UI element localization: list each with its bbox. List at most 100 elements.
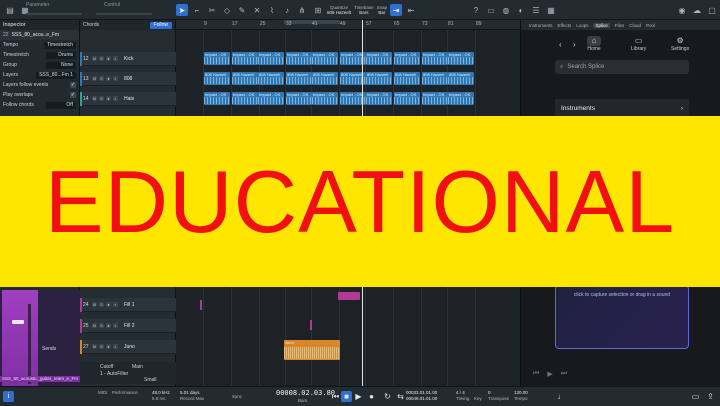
tempo-readout[interactable]: 120.00 Tempo <box>514 390 528 402</box>
layers-select[interactable]: SSS_80...Fm 1 <box>36 71 76 79</box>
audio-clip[interactable]: Impact - OS <box>232 92 258 105</box>
audio-clip[interactable]: Impact - OS <box>422 52 448 65</box>
record-button[interactable]: ● <box>106 56 111 61</box>
audio-clip[interactable]: Impact - OS <box>394 92 420 105</box>
solo-button[interactable]: S <box>99 344 104 349</box>
quantize-icon[interactable]: ⊞ <box>312 4 324 16</box>
sends-label[interactable]: Sends <box>42 346 56 352</box>
window-icon[interactable]: ▢ <box>706 4 718 16</box>
tab-files[interactable]: Files <box>615 23 625 28</box>
audio-clip[interactable]: Impact - OS <box>422 92 448 105</box>
play-button[interactable]: ▶ <box>353 391 364 402</box>
back-arrow-icon[interactable]: ‹ <box>559 40 562 49</box>
help-icon[interactable]: ? <box>470 4 482 16</box>
autoscroll-icon[interactable]: ⇤ <box>405 4 417 16</box>
record-button[interactable]: ● <box>106 96 111 101</box>
audio-clip[interactable]: Impact - OS <box>232 52 258 65</box>
fill-clip[interactable] <box>338 292 360 300</box>
audio-clip[interactable]: Impact - OS <box>286 52 312 65</box>
loop-range-readout[interactable]: 00033.01.01.00 00049.01.01.00 <box>406 390 437 402</box>
mute-button[interactable]: M <box>92 56 97 61</box>
autofilter-label[interactable]: 1 - AutoFilter <box>100 371 128 377</box>
export-icon[interactable]: ⇪ <box>705 391 716 402</box>
main-output-label[interactable]: Main <box>132 364 143 370</box>
tempo-select[interactable]: Timestretch <box>44 41 76 49</box>
audio-clip[interactable]: Impact - OS <box>258 52 284 65</box>
song-page-icon[interactable]: ◍ <box>500 4 512 16</box>
forward-arrow-icon[interactable]: › <box>573 40 576 49</box>
audio-clip[interactable]: Impact - OS <box>366 52 392 65</box>
scratchpad-icon[interactable]: ▭ <box>485 4 497 16</box>
parameter-slider[interactable] <box>26 13 82 15</box>
audio-clip[interactable]: Impact - OS <box>448 52 474 65</box>
splice-search-input[interactable]: ⌕ Search Splice <box>555 60 689 74</box>
performance-indicator[interactable]: Performance <box>112 390 138 396</box>
timebase-field[interactable]: Timebase Bars <box>354 5 374 15</box>
audio-clip[interactable]: Impact - OS <box>204 52 230 65</box>
cutoff-label[interactable]: Cutoff <box>100 364 113 370</box>
cloud-icon[interactable]: ☁ <box>691 4 703 16</box>
monitor-button[interactable]: ◐ <box>113 56 118 61</box>
solo-button[interactable]: S <box>99 302 104 307</box>
mute-button[interactable]: M <box>92 96 97 101</box>
audio-clip[interactable]: 808 Hazeelt <box>258 72 284 85</box>
tab-loops[interactable]: Loops <box>576 23 588 28</box>
snap-toggle-icon[interactable]: ⇥ <box>390 4 403 16</box>
info-icon[interactable]: i <box>3 391 14 402</box>
key-label[interactable]: Key <box>474 396 482 402</box>
nav-settings[interactable]: ⚙ Settings <box>671 36 689 52</box>
snap-field[interactable]: Snap Bar <box>377 5 388 15</box>
audio-clip[interactable]: 808 Hazeelt <box>422 72 448 85</box>
instruments-row[interactable]: Instruments › <box>555 99 689 117</box>
punch-button[interactable]: ⇆ <box>395 391 406 402</box>
audio-clip[interactable]: 808 Hazeelt <box>286 72 312 85</box>
metronome-icon[interactable]: ♩ <box>556 391 567 402</box>
arrow-tool-icon[interactable]: ➤ <box>176 4 188 16</box>
account-icon[interactable]: ◉ <box>676 4 688 16</box>
bend-tool-icon[interactable]: ⌇ <box>266 4 278 16</box>
forward-icon[interactable]: ⏭ <box>561 370 567 378</box>
view-grid-icon[interactable]: ▦ <box>545 4 557 16</box>
monitor-button[interactable]: ◐ <box>113 323 118 328</box>
listen-tool-icon[interactable]: ♪ <box>281 4 293 16</box>
monitor-button[interactable]: ◐ <box>113 96 118 101</box>
record-button[interactable]: ● <box>106 344 111 349</box>
solo-button[interactable]: S <box>99 56 104 61</box>
track-header[interactable]: 27 M S ● ◐ Juno <box>80 340 176 354</box>
inspector-track-header[interactable]: 22 SSS_80_acou..e_Fm <box>0 30 79 40</box>
solo-button[interactable]: S <box>99 323 104 328</box>
timeline-ruler[interactable]: 9 17 25 33 41 49 57 65 73 81 89 <box>176 20 520 30</box>
monitor-button[interactable]: ◐ <box>113 76 118 81</box>
tab-instruments[interactable]: Instruments <box>529 23 553 28</box>
mute-button[interactable]: M <box>92 76 97 81</box>
record-button[interactable]: ● <box>106 302 111 307</box>
tab-splice[interactable]: Splice <box>593 22 610 28</box>
audio-clip[interactable]: 808 Hazeelt <box>312 72 338 85</box>
audio-clip[interactable]: 808 Hazeelt <box>366 72 392 85</box>
channel-fader[interactable] <box>12 320 24 324</box>
audio-clip[interactable]: Impact - OS <box>366 92 392 105</box>
track-header[interactable]: 13 M S ● ◐ 808 <box>80 72 176 86</box>
nav-library[interactable]: ▭ Library <box>631 36 646 52</box>
mute-tool-icon[interactable]: ✕ <box>251 4 263 16</box>
position-readout[interactable]: 00008.02.03.80 <box>276 389 335 397</box>
audio-clip[interactable]: Impact - OS <box>204 92 230 105</box>
quantize-field[interactable]: Quantize 808 Hazeelt <box>327 5 351 15</box>
tab-pool[interactable]: Pool <box>646 23 655 28</box>
sync-label[interactable]: Sync <box>232 394 242 400</box>
audio-clip[interactable]: Impact - OS <box>312 92 338 105</box>
folder-icon[interactable]: ▭ <box>690 391 701 402</box>
monitor-button[interactable]: ◐ <box>113 344 118 349</box>
split-tool-icon[interactable]: ✂ <box>206 4 218 16</box>
audio-clip[interactable]: 808 Hazeelt <box>394 72 420 85</box>
tab-cloud[interactable]: Cloud <box>629 23 641 28</box>
size-select[interactable]: Small <box>144 377 157 383</box>
stop-button[interactable]: ■ <box>341 391 352 402</box>
group-select[interactable]: None <box>46 61 76 69</box>
record-button[interactable]: ● <box>106 323 111 328</box>
record-button[interactable]: ● <box>366 391 377 402</box>
rewind-icon[interactable]: ⏮ <box>533 370 539 378</box>
loop-button[interactable]: ↻ <box>382 391 393 402</box>
signature-readout[interactable]: 4 / 4 Timing <box>456 390 469 402</box>
solo-button[interactable]: S <box>99 96 104 101</box>
